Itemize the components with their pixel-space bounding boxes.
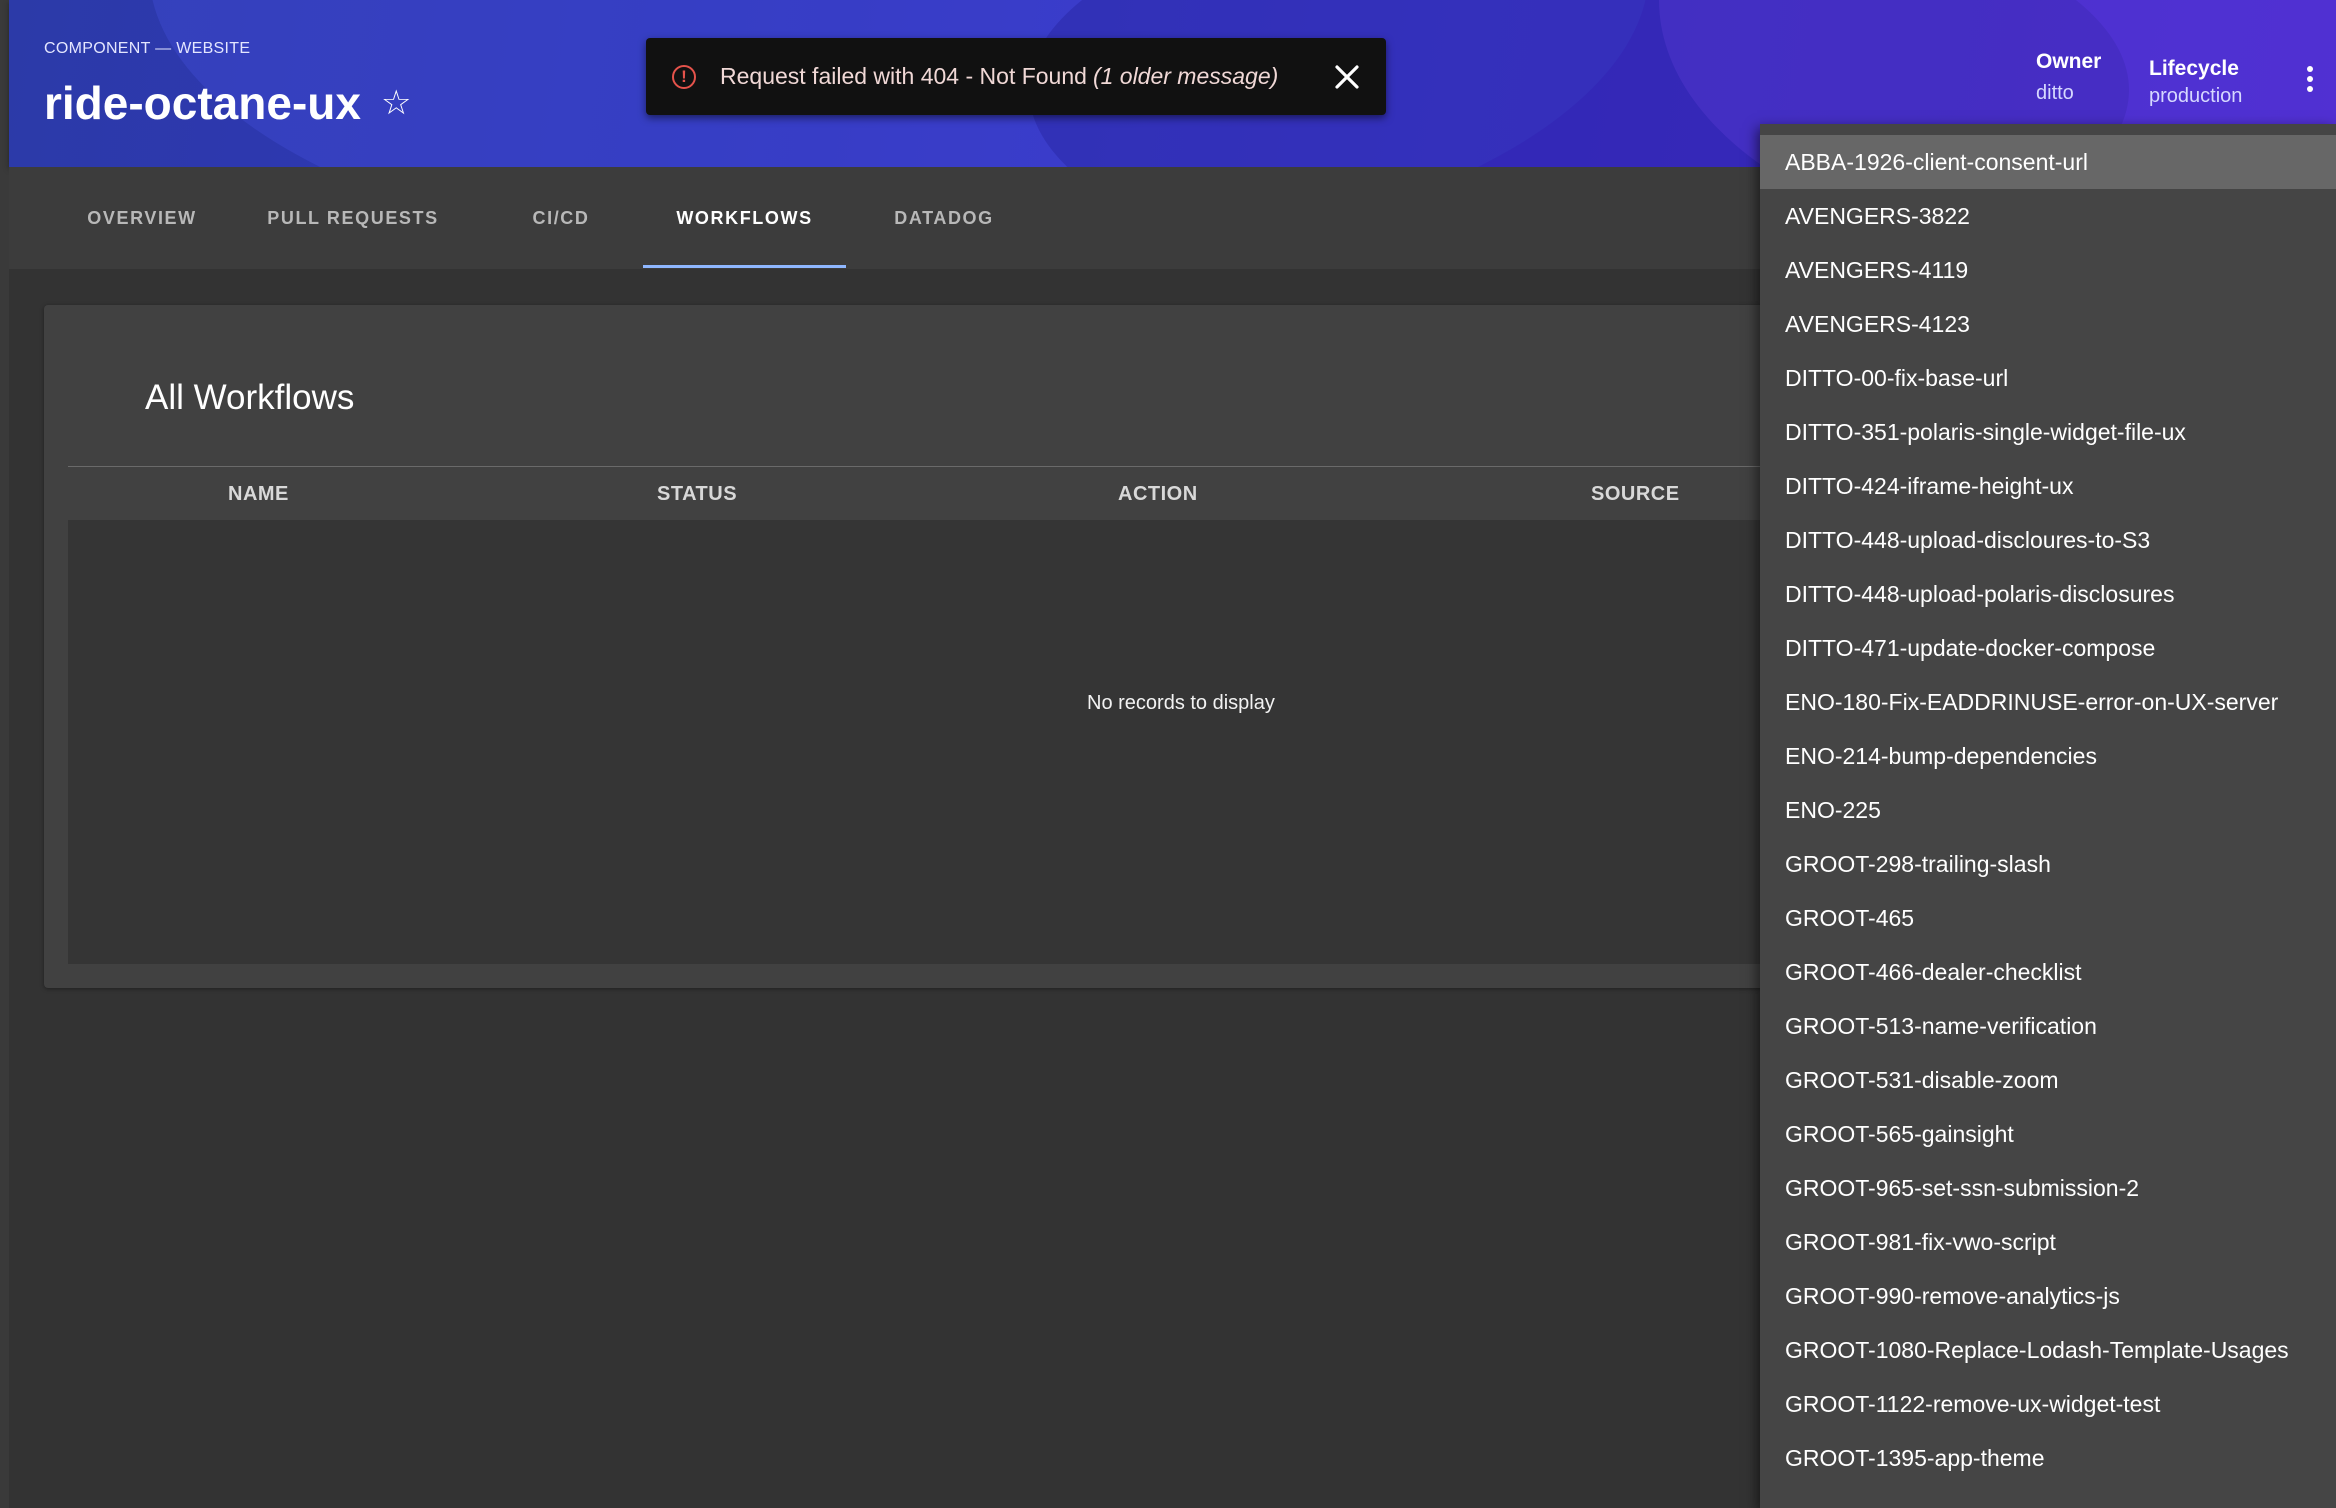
lifecycle-meta: Lifecycle production <box>2149 57 2242 108</box>
error-icon: ! <box>672 64 696 89</box>
tab-datadog[interactable]: DATADOG <box>864 167 1024 269</box>
column-header-status[interactable]: STATUS <box>657 467 737 521</box>
active-tab-indicator <box>643 265 846 268</box>
breadcrumb: COMPONENT — WEBSITE <box>44 40 251 57</box>
dropdown-item[interactable]: GROOT-1395-app-theme <box>1760 1431 2336 1485</box>
dropdown-item[interactable]: GROOT-466-dealer-checklist <box>1760 945 2336 999</box>
dropdown-item[interactable]: GROOT-1080-Replace-Lodash-Template-Usage… <box>1760 1323 2336 1377</box>
dropdown-item[interactable]: DITTO-471-update-docker-compose <box>1760 621 2336 675</box>
dropdown-item[interactable]: AVENGERS-4123 <box>1760 297 2336 351</box>
dropdown-item[interactable]: ENO-180-Fix-EADDRINUSE-error-on-UX-serve… <box>1760 675 2336 729</box>
snackbar-message: Request failed with 404 - Not Found (1 ol… <box>720 63 1278 90</box>
dropdown-item[interactable]: DITTO-424-iframe-height-ux <box>1760 459 2336 513</box>
snackbar-message-text: Request failed with 404 - Not Found <box>720 63 1087 89</box>
lifecycle-value: production <box>2149 85 2243 107</box>
card-title: All Workflows <box>145 378 355 417</box>
dropdown-item[interactable]: GROOT-465 <box>1760 891 2336 945</box>
tab-overview[interactable]: OVERVIEW <box>49 167 235 269</box>
owner-meta: Owner ditto <box>2036 50 2101 105</box>
table-header: NAME STATUS ACTION SOURCE <box>68 466 1764 522</box>
tab-workflows[interactable]: WORKFLOWS <box>643 167 846 269</box>
error-snackbar: ! Request failed with 404 - Not Found (1 … <box>646 38 1386 115</box>
column-header-action[interactable]: ACTION <box>1118 467 1198 521</box>
dropdown-item[interactable]: AVENGERS-3822 <box>1760 189 2336 243</box>
branch-dropdown-menu: ABBA-1926-client-consent-url AVENGERS-382… <box>1760 124 2336 1508</box>
dropdown-item[interactable]: GROOT-981-fix-vwo-script <box>1760 1215 2336 1269</box>
dropdown-item[interactable]: GROOT-990-remove-analytics-js <box>1760 1269 2336 1323</box>
title-row: ride-octane-ux ☆ <box>44 76 411 130</box>
more-options-icon[interactable] <box>2304 66 2316 96</box>
dropdown-item[interactable]: DITTO-448-upload-polaris-disclosures <box>1760 567 2336 621</box>
left-edge <box>0 0 9 1508</box>
dropdown-item[interactable]: GROOT-298-trailing-slash <box>1760 837 2336 891</box>
tab-ci-cd[interactable]: CI/CD <box>481 167 641 269</box>
dropdown-item[interactable]: GROOT-565-gainsight <box>1760 1107 2336 1161</box>
page-title: ride-octane-ux <box>44 77 361 129</box>
dropdown-item[interactable]: GROOT-531-disable-zoom <box>1760 1053 2336 1107</box>
owner-label: Owner <box>2036 50 2102 73</box>
dropdown-list: ABBA-1926-client-consent-url AVENGERS-382… <box>1760 124 2336 1485</box>
dropdown-item[interactable]: DITTO-00-fix-base-url <box>1760 351 2336 405</box>
dropdown-item[interactable]: GROOT-965-set-ssn-submission-2 <box>1760 1161 2336 1215</box>
page: COMPONENT — WEBSITE ride-octane-ux ☆ Own… <box>0 0 2336 1508</box>
close-icon[interactable] <box>1330 60 1364 94</box>
lifecycle-label: Lifecycle <box>2149 57 2239 80</box>
star-icon[interactable]: ☆ <box>381 86 411 120</box>
dropdown-item[interactable]: ENO-225 <box>1760 783 2336 837</box>
dropdown-item[interactable]: AVENGERS-4119 <box>1760 243 2336 297</box>
table-body <box>68 520 1764 964</box>
owner-value[interactable]: ditto <box>2036 82 2101 105</box>
dropdown-item[interactable]: ABBA-1926-client-consent-url <box>1760 135 2336 189</box>
tab-pull-requests[interactable]: PULL REQUESTS <box>253 167 453 269</box>
dropdown-item[interactable]: DITTO-351-polaris-single-widget-file-ux <box>1760 405 2336 459</box>
dropdown-item[interactable]: ENO-214-bump-dependencies <box>1760 729 2336 783</box>
snackbar-older-count: (1 older message) <box>1092 63 1279 89</box>
dropdown-item[interactable]: GROOT-1122-remove-ux-widget-test <box>1760 1377 2336 1431</box>
empty-state-text: No records to display <box>1087 692 1275 714</box>
column-header-name[interactable]: NAME <box>228 467 289 521</box>
column-header-source[interactable]: SOURCE <box>1591 467 1680 521</box>
dropdown-item[interactable]: DITTO-448-upload-discloures-to-S3 <box>1760 513 2336 567</box>
dropdown-item[interactable]: GROOT-513-name-verification <box>1760 999 2336 1053</box>
